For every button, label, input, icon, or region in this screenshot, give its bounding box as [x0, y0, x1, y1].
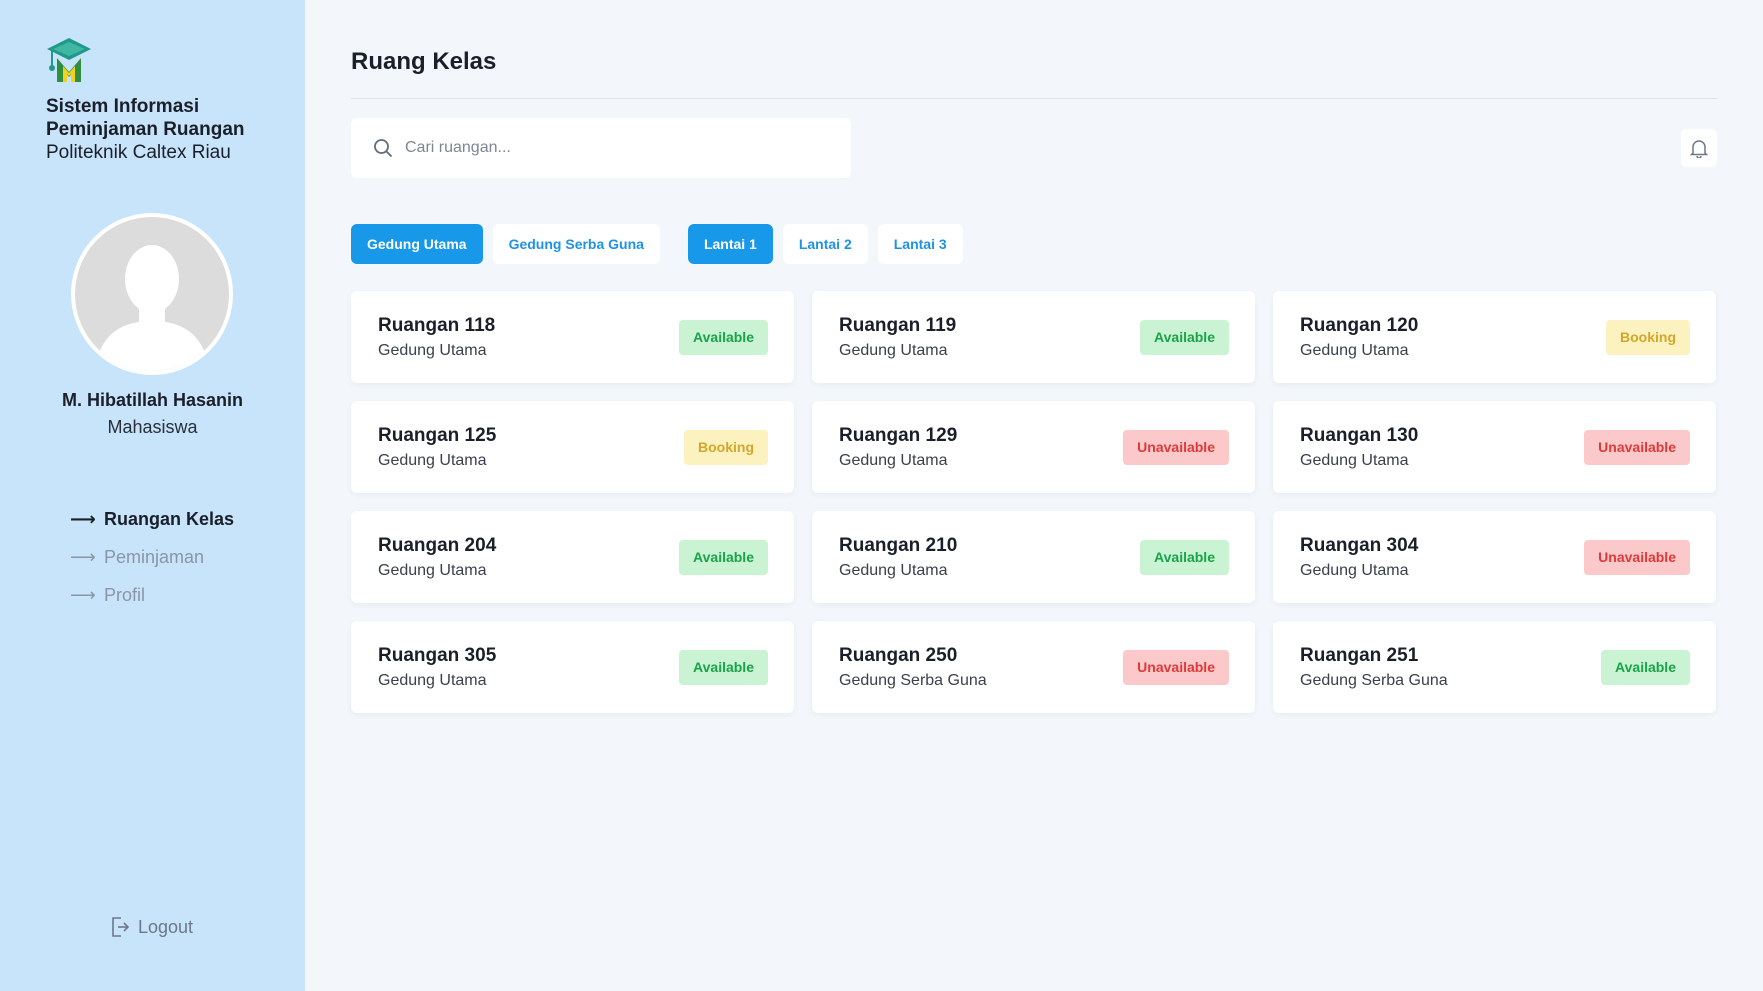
arrow-right-icon: ⟶	[70, 508, 96, 529]
logout-label: Logout	[138, 916, 194, 937]
room-card[interactable]: Ruangan 304 Gedung Utama Unavailable	[1273, 511, 1716, 603]
room-grid: Ruangan 118 Gedung Utama Available Ruanga…	[351, 291, 1717, 713]
brand-institution: Politeknik Caltex Riau	[46, 142, 231, 163]
floor-filter-lantai-3[interactable]: Lantai 3	[877, 224, 963, 264]
room-name: Ruangan 251	[1300, 644, 1419, 666]
search-box	[351, 118, 851, 178]
room-card[interactable]: Ruangan 204 Gedung Utama Available	[351, 511, 794, 603]
floor-filter-lantai-1[interactable]: Lantai 1	[687, 224, 773, 264]
building-filter-gedung-utama[interactable]: Gedung Utama	[351, 224, 483, 264]
room-card[interactable]: Ruangan 120 Gedung Utama Booking	[1273, 291, 1716, 383]
title-divider	[351, 98, 1717, 99]
status-badge: Unavailable	[1123, 429, 1229, 465]
building-filter-gedung-serba-guna[interactable]: Gedung Serba Guna	[492, 224, 660, 264]
status-badge: Unavailable	[1123, 649, 1229, 685]
logout-icon	[112, 917, 130, 937]
room-building: Gedung Utama	[378, 561, 487, 579]
room-card[interactable]: Ruangan 251 Gedung Serba Guna Available	[1273, 621, 1716, 713]
room-name: Ruangan 304	[1300, 534, 1419, 556]
room-name: Ruangan 119	[839, 314, 957, 336]
sidebar-item-label: Profil	[104, 584, 146, 605]
page-title: Ruang Kelas	[351, 48, 497, 75]
room-card[interactable]: Ruangan 125 Gedung Utama Booking	[351, 401, 794, 493]
user-silhouette-icon	[95, 245, 209, 371]
room-name: Ruangan 210	[839, 534, 958, 556]
room-building: Gedung Serba Guna	[839, 671, 987, 689]
room-building: Gedung Utama	[839, 451, 948, 469]
status-badge: Available	[679, 649, 768, 685]
room-building: Gedung Utama	[378, 341, 487, 359]
arrow-right-icon: ⟶	[70, 584, 96, 605]
bell-icon	[1690, 140, 1708, 158]
status-badge: Available	[679, 539, 768, 575]
status-badge: Available	[679, 319, 768, 355]
sidebar: Sistem Informasi Peminjaman Ruangan Poli…	[0, 0, 305, 991]
app: Sistem Informasi Peminjaman Ruangan Poli…	[0, 0, 1763, 991]
room-name: Ruangan 125	[378, 424, 497, 446]
status-badge: Unavailable	[1584, 539, 1690, 575]
filter-bar: Gedung Utama Gedung Serba Guna Lantai 1 …	[351, 224, 973, 264]
status-badge: Booking	[684, 429, 768, 465]
sidebar-item-ruangan-kelas[interactable]: ⟶ Ruangan Kelas	[70, 500, 234, 538]
room-card[interactable]: Ruangan 250 Gedung Serba Guna Unavailable	[812, 621, 1255, 713]
room-card[interactable]: Ruangan 118 Gedung Utama Available	[351, 291, 794, 383]
room-building: Gedung Utama	[1300, 341, 1409, 359]
status-badge: Unavailable	[1584, 429, 1690, 465]
room-name: Ruangan 305	[378, 644, 497, 666]
status-badge: Available	[1601, 649, 1690, 685]
room-card[interactable]: Ruangan 305 Gedung Utama Available	[351, 621, 794, 713]
notification-button[interactable]	[1681, 129, 1717, 167]
room-card[interactable]: Ruangan 210 Gedung Utama Available	[812, 511, 1255, 603]
arrow-right-icon: ⟶	[70, 546, 96, 567]
brand-title: Sistem Informasi Peminjaman Ruangan Poli…	[46, 95, 245, 164]
search-input[interactable]	[405, 139, 825, 157]
room-building: Gedung Utama	[378, 451, 487, 469]
room-building: Gedung Utama	[378, 671, 487, 689]
status-badge: Available	[1140, 319, 1229, 355]
main-content: Ruang Kelas Gedung Utama Gedung Serba Gu…	[305, 0, 1763, 991]
brand-line-1: Sistem Informasi	[46, 96, 200, 117]
sidebar-item-label: Peminjaman	[104, 546, 205, 567]
room-name: Ruangan 118	[378, 314, 496, 336]
room-name: Ruangan 129	[839, 424, 958, 446]
room-card[interactable]: Ruangan 130 Gedung Utama Unavailable	[1273, 401, 1716, 493]
status-badge: Available	[1140, 539, 1229, 575]
sidebar-item-peminjaman[interactable]: ⟶ Peminjaman	[70, 538, 234, 576]
user-role: Mahasiswa	[107, 417, 198, 437]
floor-filter-lantai-2[interactable]: Lantai 2	[782, 224, 868, 264]
sidebar-item-profil[interactable]: ⟶ Profil	[70, 576, 234, 614]
room-name: Ruangan 250	[839, 644, 958, 666]
room-name: Ruangan 130	[1300, 424, 1419, 446]
room-building: Gedung Utama	[1300, 451, 1409, 469]
room-building: Gedung Serba Guna	[1300, 671, 1448, 689]
user-name: M. Hibatillah Hasanin	[61, 390, 244, 410]
avatar	[71, 213, 233, 375]
room-building: Gedung Utama	[839, 561, 948, 579]
room-building: Gedung Utama	[839, 341, 948, 359]
room-name: Ruangan 204	[378, 534, 497, 556]
brand-line-2: Peminjaman Ruangan	[46, 119, 245, 140]
sidebar-nav: ⟶ Ruangan Kelas ⟶ Peminjaman ⟶ Profil	[70, 500, 234, 614]
room-card[interactable]: Ruangan 129 Gedung Utama Unavailable	[812, 401, 1255, 493]
status-badge: Booking	[1606, 319, 1690, 355]
room-building: Gedung Utama	[1300, 561, 1409, 579]
room-card[interactable]: Ruangan 119 Gedung Utama Available	[812, 291, 1255, 383]
graduation-cap-logo-icon	[47, 38, 91, 82]
logout-button[interactable]: Logout	[110, 916, 193, 938]
room-name: Ruangan 120	[1300, 314, 1419, 336]
search-icon	[374, 139, 393, 158]
sidebar-item-label: Ruangan Kelas	[104, 508, 235, 529]
